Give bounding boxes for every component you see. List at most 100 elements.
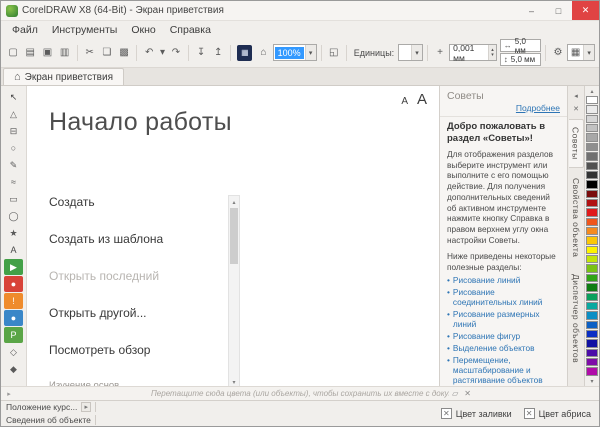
menu-item[interactable]: Файл <box>5 24 45 36</box>
docker-close-icon[interactable]: ✕ <box>570 102 583 115</box>
tips-link[interactable]: • Рисование фигур <box>447 332 560 342</box>
undo-button[interactable]: ↶ <box>141 44 157 61</box>
text-tool-icon[interactable]: A <box>4 242 23 258</box>
fill-tool-icon[interactable]: ◆ <box>4 361 23 377</box>
duplicate-y-field[interactable]: ↕ 5,0 мм <box>500 53 541 66</box>
play-icon[interactable]: ▶ <box>4 259 23 275</box>
save-button[interactable]: ▣ <box>39 44 55 61</box>
status-expander-icon[interactable]: ▸ <box>81 402 91 412</box>
docker-tab[interactable]: Диспетчер объектов <box>569 267 583 370</box>
palette-scroll-down-icon[interactable]: ▾ <box>586 377 598 385</box>
docker-tab[interactable]: Свойства объекта <box>569 171 583 264</box>
outline-color-indicator[interactable]: ✕ Цвет абриса <box>524 408 591 419</box>
scroll-down-icon[interactable]: ▾ <box>229 376 239 386</box>
tips-link[interactable]: • Перемещение, масштабирование и растяги… <box>447 356 560 386</box>
copy-button[interactable]: ❏ <box>99 44 115 61</box>
menu-item[interactable]: Справка <box>163 24 218 36</box>
record-icon[interactable]: ● <box>4 276 23 292</box>
new-document-button[interactable]: ▢ <box>5 44 21 61</box>
eyedropper-tool-icon[interactable]: ◇ <box>4 344 23 360</box>
start-link[interactable]: Посмотреть обзор <box>49 343 219 357</box>
color-swatch[interactable] <box>586 96 598 104</box>
color-swatch[interactable] <box>586 349 598 357</box>
maximize-button[interactable]: □ <box>545 1 572 20</box>
menu-item[interactable]: Окно <box>124 24 162 36</box>
color-swatch[interactable] <box>586 339 598 347</box>
units-combo[interactable]: ▾ <box>398 44 423 61</box>
color-swatch[interactable] <box>586 358 598 366</box>
zoom-tool-icon[interactable]: ○ <box>4 140 23 156</box>
options-gear-button[interactable]: ⚙ <box>550 44 566 61</box>
color-swatch[interactable] <box>586 227 598 235</box>
tips-link[interactable]: • Выделение объектов <box>447 344 560 354</box>
ellipse-tool-icon[interactable]: ◯ <box>4 208 23 224</box>
color-swatch[interactable] <box>586 274 598 282</box>
color-swatch[interactable] <box>586 330 598 338</box>
import-button[interactable]: ↧ <box>193 44 209 61</box>
chevron-down-icon[interactable]: ▾ <box>411 45 422 60</box>
zoom-level-combo[interactable]: 100% ▾ <box>273 44 317 61</box>
more-link[interactable]: Подробнее <box>516 103 560 113</box>
color-swatch[interactable] <box>586 302 598 310</box>
cut-button[interactable]: ✂ <box>82 44 98 61</box>
start-link[interactable]: Открыть другой... <box>49 306 219 320</box>
close-button[interactable]: ✕ <box>572 1 599 20</box>
minimize-button[interactable]: – <box>518 1 545 20</box>
nudge-distance-field[interactable]: 0,001 мм ▴ ▾ <box>449 44 497 61</box>
color-swatch[interactable] <box>586 162 598 170</box>
export-button[interactable]: ↥ <box>210 44 226 61</box>
duplicate-x-field[interactable]: ↔ 5,0 мм <box>500 39 541 52</box>
clear-icon[interactable]: ✕ <box>464 389 471 398</box>
menu-item[interactable]: Инструменты <box>45 24 124 36</box>
color-swatch[interactable] <box>586 367 598 375</box>
publisher-icon[interactable]: P <box>4 327 23 343</box>
color-swatch[interactable] <box>586 218 598 226</box>
alert-icon[interactable]: ! <box>4 293 23 309</box>
color-swatch[interactable] <box>586 311 598 319</box>
color-swatch[interactable] <box>586 143 598 151</box>
tab-welcome-screen[interactable]: ⌂ Экран приветствия <box>3 68 124 85</box>
start-link[interactable]: Открыть последний <box>49 269 219 283</box>
start-link[interactable]: Создать из шаблона <box>49 232 219 246</box>
chevron-down-icon[interactable]: ▾ <box>583 45 594 60</box>
color-swatch[interactable] <box>586 171 598 179</box>
tips-link[interactable]: • Рисование соединительных линий <box>447 288 560 308</box>
color-swatch[interactable] <box>586 236 598 244</box>
fullscreen-preview-button[interactable]: ◱ <box>326 44 342 61</box>
color-swatch[interactable] <box>586 115 598 123</box>
docker-collapse-icon[interactable]: ◂ <box>570 89 583 102</box>
tips-link[interactable]: • Рисование линий <box>447 276 560 286</box>
palette-scroll-up-icon[interactable]: ▴ <box>586 87 598 95</box>
artistic-media-tool-icon[interactable]: ≈ <box>4 174 23 190</box>
tips-link[interactable]: • Рисование размерных линий <box>447 310 560 330</box>
scroll-up-icon[interactable]: ▴ <box>229 196 239 208</box>
text-size-large-button[interactable]: A <box>417 91 427 108</box>
paste-button[interactable]: ▩ <box>116 44 132 61</box>
color-swatch[interactable] <box>586 180 598 188</box>
fill-color-indicator[interactable]: ✕ Цвет заливки <box>441 408 512 419</box>
palette-flyout-icon[interactable]: ▸ <box>1 390 17 398</box>
color-swatch[interactable] <box>586 199 598 207</box>
color-swatch[interactable] <box>586 105 598 113</box>
print-button[interactable]: ▥ <box>57 44 73 61</box>
nudge-spinner[interactable]: ▴ ▾ <box>488 45 496 60</box>
drop-icon[interactable]: ● <box>4 310 23 326</box>
application-launcher-button[interactable]: ▦ <box>237 45 252 61</box>
color-swatch[interactable] <box>586 321 598 329</box>
freehand-tool-icon[interactable]: ✎ <box>4 157 23 173</box>
docker-tab[interactable]: Советы <box>569 119 584 168</box>
color-swatch[interactable] <box>586 152 598 160</box>
color-swatch[interactable] <box>586 133 598 141</box>
polygon-tool-icon[interactable]: ★ <box>4 225 23 241</box>
welcome-screen-button[interactable]: ⌂ <box>255 44 271 61</box>
color-swatch[interactable] <box>586 124 598 132</box>
text-size-small-button[interactable]: A <box>401 96 408 107</box>
undo-dropdown-icon[interactable]: ▾ <box>158 44 167 61</box>
color-swatch[interactable] <box>586 208 598 216</box>
color-swatch[interactable] <box>586 283 598 291</box>
chevron-down-icon[interactable]: ▾ <box>305 45 316 60</box>
color-swatch[interactable] <box>586 190 598 198</box>
scrollbar[interactable]: ▴ ▾ <box>228 195 240 386</box>
color-swatch[interactable] <box>586 246 598 254</box>
color-swatch[interactable] <box>586 293 598 301</box>
